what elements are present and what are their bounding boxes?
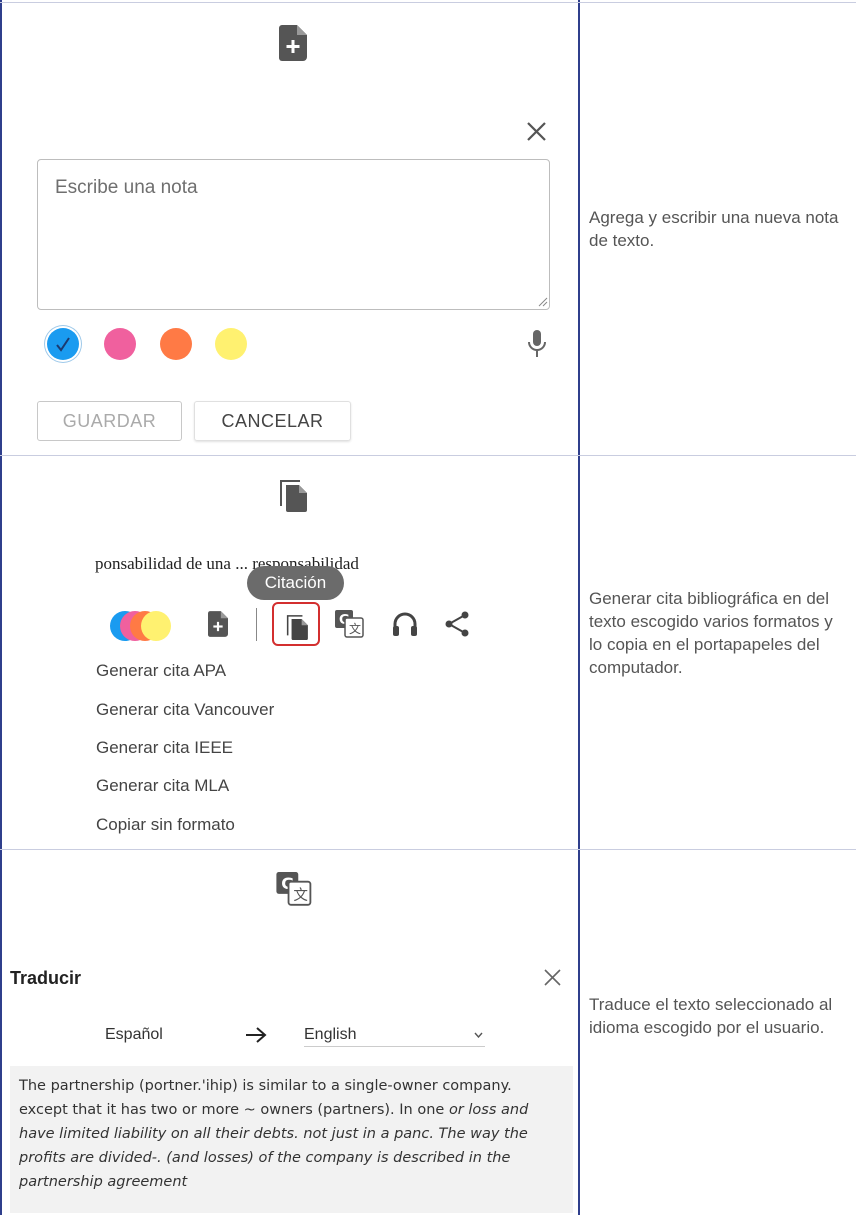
share-icon[interactable] — [444, 611, 470, 637]
headphones-icon[interactable] — [392, 611, 418, 637]
citation-description: Generar cita bibliográfica en del texto … — [589, 589, 833, 677]
menu-item-apa[interactable]: Generar cita APA — [96, 661, 226, 681]
translated-text-plain: The partnership (portner.'ihip) is simil… — [19, 1078, 512, 1118]
translate-icon: G 文 — [276, 872, 312, 906]
close-icon[interactable] — [527, 122, 546, 141]
row-divider-2 — [0, 849, 856, 850]
arrow-right-icon — [246, 1027, 267, 1043]
cancel-button[interactable]: CANCELAR — [194, 401, 351, 441]
color-swatch-yellow[interactable] — [215, 328, 247, 360]
color-swatch-blue[interactable] — [47, 328, 79, 360]
note-text-input[interactable]: Escribe una nota — [37, 159, 550, 310]
translated-text: The partnership (portner.'ihip) is simil… — [10, 1066, 573, 1213]
menu-item-mla[interactable]: Generar cita MLA — [96, 776, 229, 796]
save-button[interactable]: GUARDAR — [37, 401, 182, 441]
microphone-icon[interactable] — [527, 330, 547, 358]
translate-description: Traduce el texto seleccionado al idioma … — [589, 995, 833, 1037]
translate-icon[interactable]: G 文 — [335, 610, 364, 638]
resize-handle-icon[interactable] — [538, 297, 548, 307]
add-note-icon[interactable] — [208, 611, 228, 637]
target-language-select[interactable]: English — [304, 1022, 485, 1047]
citation-tooltip: Citación — [247, 566, 344, 600]
target-language-value: English — [304, 1026, 357, 1043]
note-description: Agrega y escribir una nueva nota de text… — [589, 208, 839, 250]
color-picker-icon[interactable] — [109, 610, 175, 642]
color-swatch-pink[interactable] — [104, 328, 136, 360]
svg-text:文: 文 — [293, 887, 308, 904]
citation-icon — [286, 615, 308, 640]
color-swatch-orange[interactable] — [160, 328, 192, 360]
citation-button[interactable] — [272, 602, 320, 646]
add-note-icon — [279, 25, 307, 61]
row-divider-top — [0, 2, 856, 3]
svg-text:文: 文 — [349, 621, 361, 636]
close-icon[interactable] — [544, 969, 561, 986]
citation-icon — [280, 480, 307, 512]
menu-item-copy-plain[interactable]: Copiar sin formato — [96, 815, 235, 835]
chevron-down-icon — [474, 1032, 483, 1038]
table-column-divider — [578, 0, 580, 1215]
row-divider-1 — [0, 455, 856, 456]
menu-item-ieee[interactable]: Generar cita IEEE — [96, 738, 233, 758]
toolbar-divider — [256, 608, 257, 641]
checkmark-icon — [56, 337, 70, 352]
table-left-border — [0, 0, 2, 1215]
translate-title: Traducir — [10, 968, 82, 988]
source-language: Español — [105, 1026, 163, 1043]
menu-item-vancouver[interactable]: Generar cita Vancouver — [96, 700, 274, 720]
